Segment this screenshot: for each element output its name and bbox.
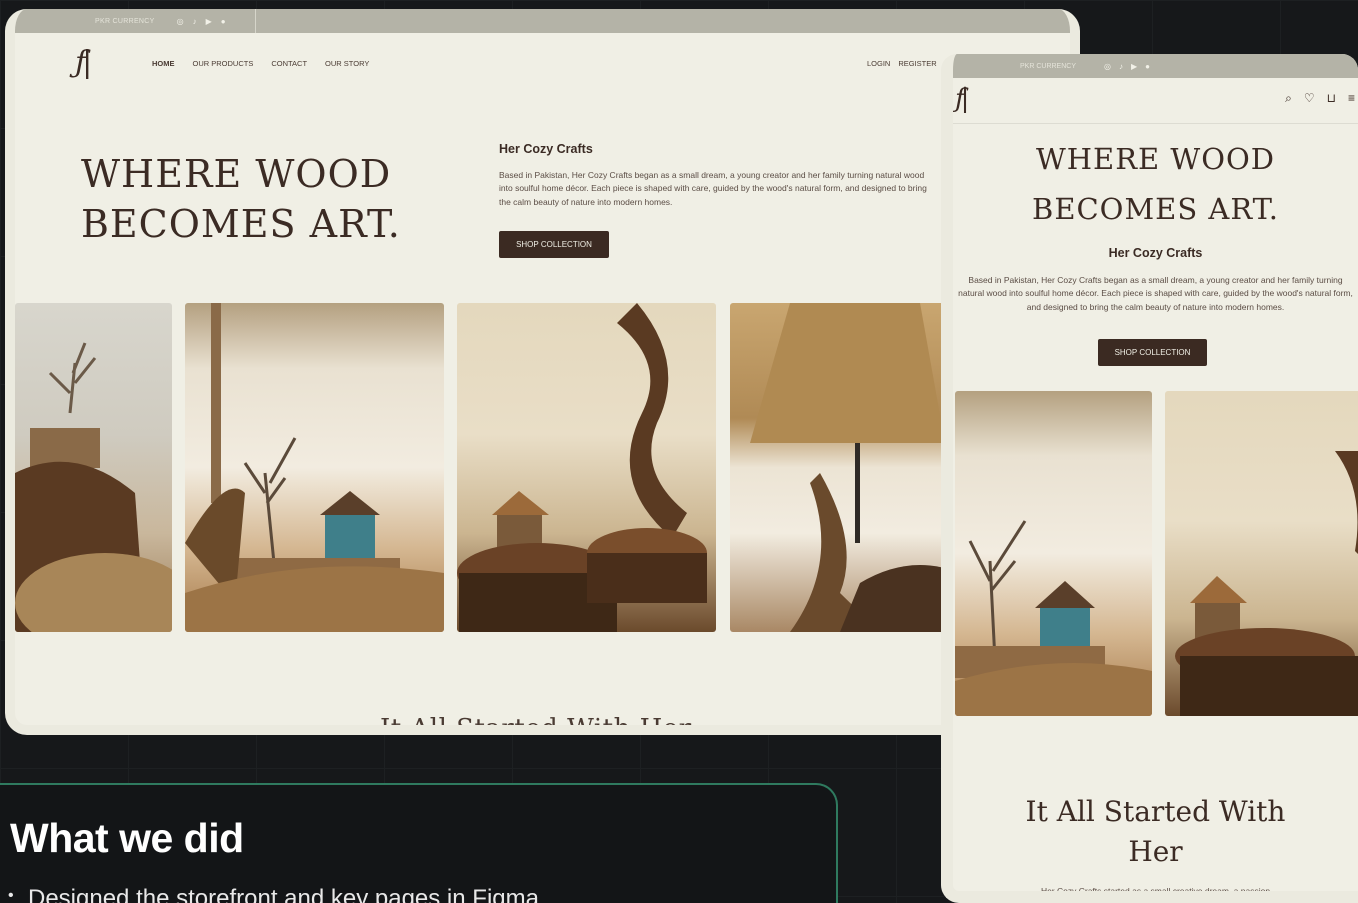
facebook-icon[interactable]: ●: [1145, 62, 1150, 71]
nav-links: HOME OUR PRODUCTS CONTACT OUR STORY: [152, 59, 369, 68]
product-image-blue-house[interactable]: [185, 303, 444, 632]
youtube-icon[interactable]: ▶: [206, 17, 212, 26]
mobile-product-image-stump-house[interactable]: [1165, 391, 1358, 716]
mobile-mockup: PKR CURRENCY ◎ ♪ ▶ ● ƒ| ⌕ ♡ ⊔ ≡ WHERE WO…: [941, 54, 1358, 903]
what-we-did-card: What we did Designed the storefront and …: [0, 783, 838, 903]
instagram-icon[interactable]: ◎: [177, 17, 184, 26]
story-section-title: It All Started With Her: [380, 714, 692, 735]
card-title: What we did: [10, 815, 244, 861]
facebook-icon[interactable]: ●: [221, 17, 226, 26]
nav-products[interactable]: OUR PRODUCTS: [193, 59, 254, 68]
mobile-currency-selector[interactable]: PKR CURRENCY: [1020, 63, 1076, 70]
shop-collection-button[interactable]: SHOP COLLECTION: [499, 231, 609, 258]
desktop-mockup: PKR CURRENCY ◎ ♪ ▶ ● ƒ| HOME OUR PRODUCT…: [5, 9, 1080, 735]
card-list: Designed the storefront and key pages in…: [8, 885, 539, 903]
login-link[interactable]: LOGIN: [867, 59, 890, 68]
list-item: Designed the storefront and key pages in…: [8, 885, 539, 903]
product-image-stump-house[interactable]: [457, 303, 716, 632]
nav-contact[interactable]: CONTACT: [271, 59, 307, 68]
mobile-hero-line1: WHERE WOOD: [1035, 142, 1276, 176]
mobile-story-section-title: It All Started With Her: [953, 792, 1358, 872]
auth-links: LOGIN REGISTER ○: [867, 57, 953, 68]
brand-description: Based in Pakistan, Her Cozy Crafts began…: [499, 170, 927, 207]
mobile-hero-line2: BECOMES ART.: [1032, 192, 1279, 226]
bag-icon[interactable]: ⊔: [1327, 91, 1336, 106]
announcement-bar: PKR CURRENCY ◎ ♪ ▶ ●: [15, 9, 1070, 33]
brand-logo[interactable]: ƒ|: [75, 45, 92, 80]
hero-title-line1: WHERE WOOD: [81, 152, 392, 196]
register-link[interactable]: REGISTER: [898, 59, 936, 68]
mobile-shop-collection-button[interactable]: SHOP COLLECTION: [1098, 339, 1207, 366]
mobile-social-links: ◎ ♪ ▶ ●: [1104, 62, 1150, 71]
mobile-story-intro: Her Cozy Crafts started as a small creat…: [1040, 886, 1271, 896]
currency-selector[interactable]: PKR CURRENCY: [95, 18, 155, 25]
mobile-hero-title: WHERE WOOD BECOMES ART.: [953, 134, 1358, 234]
brand-heading: Her Cozy Crafts: [499, 142, 593, 156]
hero-title: WHERE WOOD BECOMES ART.: [81, 149, 401, 249]
mobile-nav-icons: ⌕ ♡ ⊔ ≡: [1285, 91, 1355, 106]
instagram-icon[interactable]: ◎: [1104, 62, 1111, 71]
nav-story[interactable]: OUR STORY: [325, 59, 369, 68]
mobile-nav: ƒ| ⌕ ♡ ⊔ ≡: [953, 78, 1358, 124]
brand-logo[interactable]: ƒ|: [955, 84, 970, 114]
tiktok-icon[interactable]: ♪: [193, 17, 197, 26]
mobile-product-image-blue-house[interactable]: [955, 391, 1152, 716]
divider: [255, 9, 256, 33]
youtube-icon[interactable]: ▶: [1131, 62, 1137, 71]
heart-icon[interactable]: ♡: [1304, 91, 1315, 106]
search-icon[interactable]: ⌕: [1285, 91, 1292, 106]
mobile-announcement-bar: PKR CURRENCY ◎ ♪ ▶ ●: [953, 54, 1358, 78]
mobile-story-line2: Her: [1128, 835, 1183, 868]
social-links: ◎ ♪ ▶ ●: [177, 17, 226, 26]
mobile-brand-description: Based in Pakistan, Her Cozy Crafts began…: [958, 275, 1353, 312]
mobile-brand-heading: Her Cozy Crafts: [1108, 246, 1203, 260]
nav-home[interactable]: HOME: [152, 59, 175, 68]
hero-title-line2: BECOMES ART.: [81, 202, 401, 246]
product-image-tree-house[interactable]: [15, 303, 172, 632]
tiktok-icon[interactable]: ♪: [1119, 62, 1123, 71]
main-nav: ƒ| HOME OUR PRODUCTS CONTACT OUR STORY L…: [15, 33, 1070, 103]
product-image-jute-lamp[interactable]: [730, 303, 960, 632]
mobile-story-line1: It All Started With: [1025, 795, 1286, 828]
menu-icon[interactable]: ≡: [1348, 91, 1355, 106]
